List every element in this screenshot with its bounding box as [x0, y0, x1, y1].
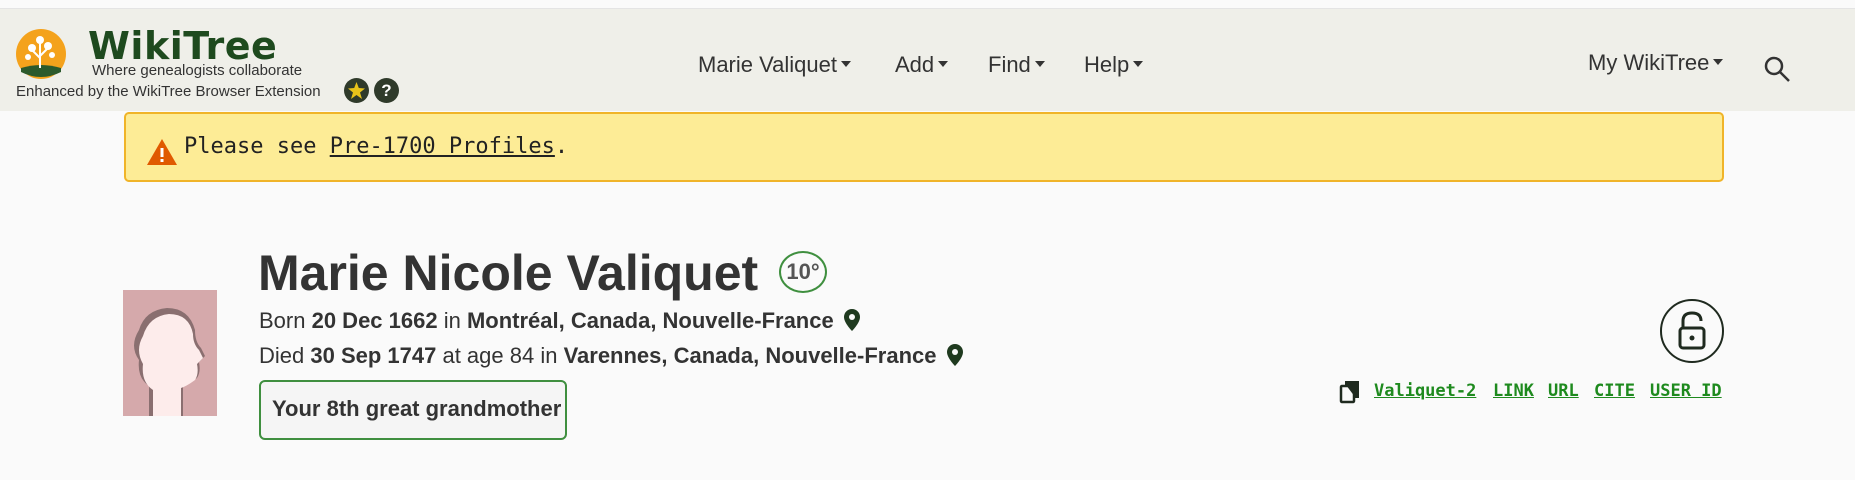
silhouette-icon: [134, 308, 205, 416]
link-button[interactable]: LINK: [1493, 381, 1534, 401]
died-label: Died: [259, 343, 311, 368]
birth-place: Montréal, Canada, Nouvelle-France: [466, 308, 834, 333]
chevron-down-icon: [1713, 59, 1724, 66]
relationship-text: Your 8th great grandmother: [272, 396, 562, 421]
chevron-down-icon: [1133, 61, 1144, 68]
death-line: Died 30 Sep 1747 at age 84 in Varennes, …: [259, 343, 963, 369]
site-header: WikiTree Where genealogists collaborate …: [0, 9, 1855, 111]
banner-message: Please see Pre-1700 Profiles.: [184, 134, 568, 159]
banner-suffix: .: [554, 134, 569, 159]
nav-my-wikitree-label: My WikiTree: [1588, 50, 1710, 75]
wikitree-tree-logo[interactable]: [15, 28, 67, 80]
copy-icon[interactable]: [1339, 380, 1361, 404]
nav-my-wikitree-menu[interactable]: My WikiTree: [1588, 50, 1724, 76]
url-button[interactable]: URL: [1548, 381, 1579, 401]
pre-1700-profiles-link[interactable]: Pre-1700 Profiles: [330, 134, 555, 159]
nav-help-label: Help: [1084, 52, 1130, 77]
chevron-down-icon: [938, 61, 949, 68]
nav-profile-label: Marie Valiquet: [698, 52, 837, 77]
nav-find-label: Find: [988, 52, 1031, 77]
banner-prefix: Please see: [184, 134, 330, 159]
map-pin-icon[interactable]: [946, 344, 963, 367]
map-pin-icon[interactable]: [843, 309, 860, 332]
nav-help-menu[interactable]: Help: [1084, 52, 1144, 78]
chevron-down-icon: [1034, 61, 1045, 68]
degree-badge[interactable]: 10°: [779, 251, 827, 293]
born-label: Born: [259, 308, 312, 333]
chevron-down-icon: [841, 61, 851, 68]
user-id-button[interactable]: USER ID: [1650, 381, 1722, 401]
privacy-lock-icon[interactable]: [1660, 299, 1724, 363]
nav-profile-menu[interactable]: Marie Valiquet: [698, 52, 851, 78]
nav-find-menu[interactable]: Find: [988, 52, 1045, 78]
relationship-badge[interactable]: Your 8th great grandmother: [259, 380, 567, 440]
help-icon[interactable]: ?: [374, 78, 399, 103]
brand-name[interactable]: WikiTree: [88, 26, 277, 66]
extension-note: Enhanced by the WikiTree Browser Extensi…: [16, 83, 321, 100]
nav-add-label: Add: [895, 52, 935, 77]
brand-tagline: Where genealogists collaborate: [92, 62, 303, 79]
top-border: [0, 0, 1855, 9]
death-date: 30 Sep 1747: [310, 343, 437, 368]
in-label: in: [437, 308, 467, 333]
cite-button[interactable]: CITE: [1594, 381, 1635, 401]
warning-icon: [147, 139, 177, 165]
birth-date: 20 Dec 1662: [311, 308, 438, 333]
extension-star-icon[interactable]: [344, 78, 369, 103]
search-icon[interactable]: [1762, 54, 1792, 84]
death-age: at age 84 in: [436, 343, 564, 368]
profile-portrait[interactable]: [123, 290, 217, 416]
birth-line: Born 20 Dec 1662 in Montréal, Canada, No…: [259, 308, 860, 334]
death-place: Varennes, Canada, Nouvelle-France: [563, 343, 937, 368]
wikitree-id-link[interactable]: Valiquet-2: [1374, 381, 1476, 401]
pre-1700-banner: Please see Pre-1700 Profiles.: [124, 112, 1724, 182]
nav-add-menu[interactable]: Add: [895, 52, 949, 78]
profile-name: Marie Nicole Valiquet: [258, 245, 759, 301]
